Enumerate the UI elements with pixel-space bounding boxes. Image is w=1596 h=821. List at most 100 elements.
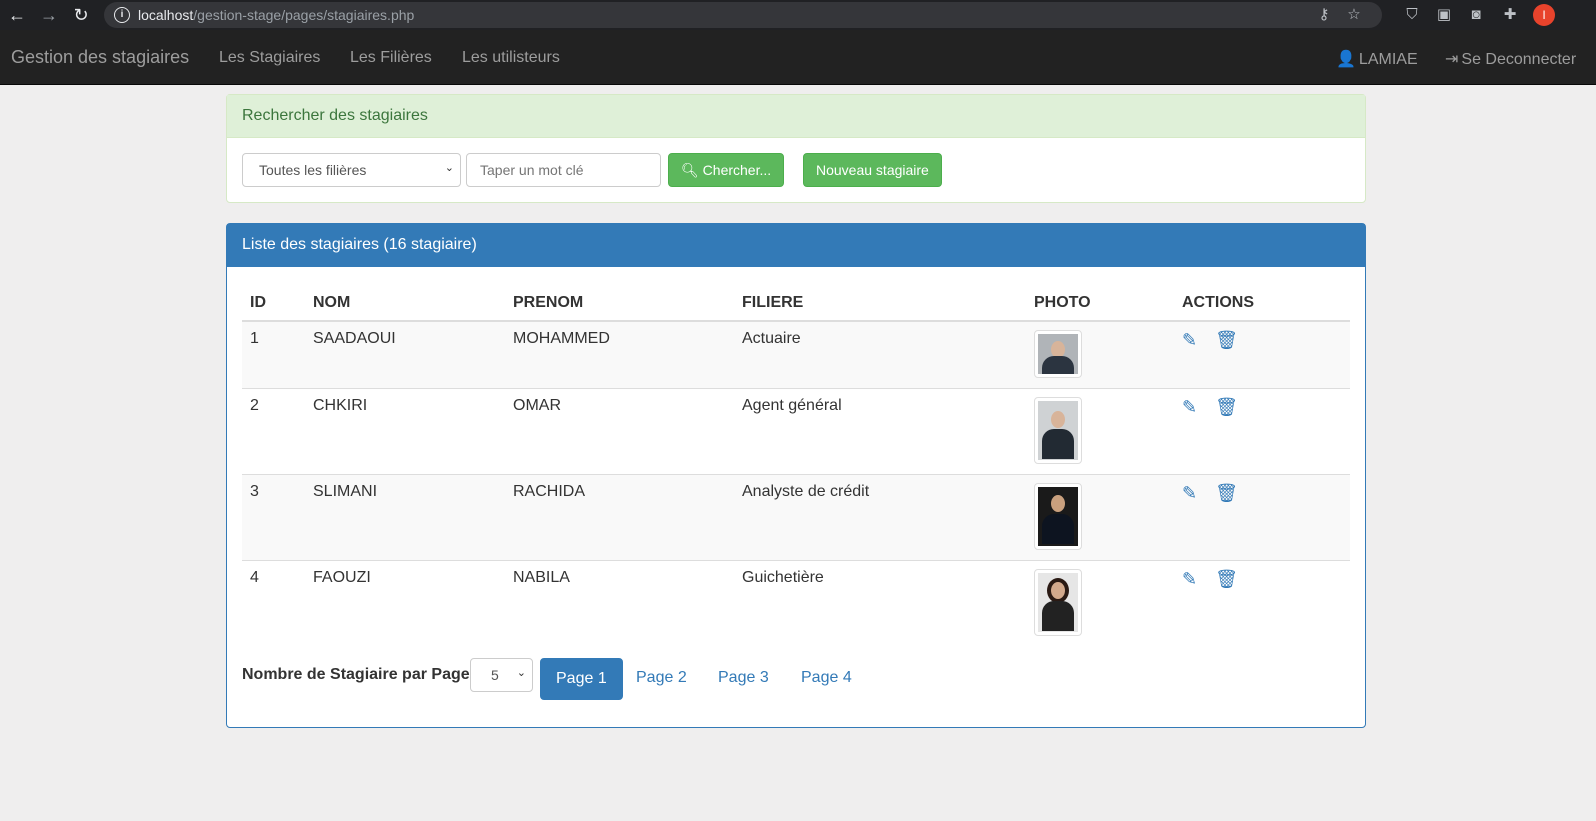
list-panel-heading: Liste des stagiaires (16 stagiaire) <box>227 224 1365 267</box>
per-page-value: 5 <box>491 667 499 683</box>
cell-nom: CHKIRI <box>305 387 505 474</box>
new-stagiaire-button[interactable]: Nouveau stagiaire <box>803 153 942 187</box>
edit-pencil-icon[interactable]: ✎ <box>1182 483 1197 504</box>
search-button[interactable]: 🔍︎ Chercher... <box>668 153 785 187</box>
edit-pencil-icon[interactable]: ✎ <box>1182 569 1197 590</box>
cell-photo <box>1026 559 1174 646</box>
delete-trash-icon[interactable]: 🗑︎ <box>1215 569 1238 590</box>
cell-filiere: Guichetière <box>734 559 1026 646</box>
nav-user-link[interactable]: 👤 LAMIAE <box>1336 49 1418 69</box>
navbar-brand[interactable]: Gestion des stagiaires <box>11 47 189 68</box>
stagiaire-photo <box>1038 334 1078 374</box>
delete-trash-icon[interactable]: 🗑︎ <box>1215 397 1238 418</box>
cell-nom: FAOUZI <box>305 559 505 646</box>
page-link-1[interactable]: Page 1 <box>540 658 623 700</box>
url-text: localhost/gestion-stage/pages/stagiaires… <box>138 7 414 23</box>
stagiaires-list-panel: Liste des stagiaires (16 stagiaire) ID N… <box>226 223 1366 728</box>
cell-actions: ✎ 🗑︎ <box>1174 559 1350 646</box>
photo-thumbnail <box>1034 568 1082 636</box>
column-header-prenom: PRENOM <box>505 279 734 322</box>
table-row: 4 FAOUZI NABILA Guichetière ✎ 🗑︎ <box>242 559 1350 646</box>
search-panel: Rechercher des stagiaires Toutes les fil… <box>226 94 1366 203</box>
search-panel-heading: Rechercher des stagiaires <box>227 95 1365 138</box>
per-page-label: Nombre de Stagiaire par Page <box>242 666 470 683</box>
cell-actions: ✎ 🗑︎ <box>1174 321 1350 388</box>
edit-pencil-icon[interactable]: ✎ <box>1182 330 1197 351</box>
cell-id: 2 <box>242 387 305 474</box>
filiere-select-value: Toutes les filières <box>259 162 367 178</box>
cell-filiere: Analyste de crédit <box>734 473 1026 560</box>
back-arrow-icon[interactable]: ← <box>6 4 28 26</box>
cell-prenom: NABILA <box>505 559 734 646</box>
user-icon: 👤 <box>1336 51 1356 68</box>
per-page-select[interactable]: 5 ⌄ <box>470 658 533 692</box>
edit-pencil-icon[interactable]: ✎ <box>1182 397 1197 418</box>
cell-filiere: Agent général <box>734 387 1026 474</box>
search-button-label: Chercher... <box>702 162 772 178</box>
column-header-photo: PHOTO <box>1026 279 1174 322</box>
camera-extension-icon[interactable]: ◙ <box>1466 5 1486 25</box>
cell-prenom: MOHAMMED <box>505 321 734 388</box>
delete-trash-icon[interactable]: 🗑︎ <box>1215 330 1238 351</box>
nav-link-filieres[interactable]: Les Filières <box>350 49 432 67</box>
column-header-nom: NOM <box>305 279 505 322</box>
site-info-icon[interactable]: i <box>114 7 130 23</box>
cell-nom: SAADAOUI <box>305 321 505 388</box>
nav-logout-link[interactable]: ⇥ Se Deconnecter <box>1445 49 1576 69</box>
table-row: 1 SAADAOUI MOHAMMED Actuaire ✎ 🗑︎ <box>242 321 1350 388</box>
cell-actions: ✎ 🗑︎ <box>1174 473 1350 560</box>
column-header-id: ID <box>242 279 305 322</box>
key-icon[interactable]: ⚷ <box>1314 5 1334 25</box>
delete-trash-icon[interactable]: 🗑︎ <box>1215 483 1238 504</box>
photo-head <box>1051 494 1065 512</box>
shield-extension-icon[interactable]: ⛉ <box>1402 5 1422 25</box>
cell-nom: SLIMANI <box>305 473 505 560</box>
photo-body <box>1042 356 1074 374</box>
logout-icon: ⇥ <box>1445 51 1459 68</box>
cell-prenom: RACHIDA <box>505 473 734 560</box>
forward-arrow-icon[interactable]: → <box>38 4 60 26</box>
chevron-down-icon: ⌄ <box>444 162 454 174</box>
stagiaire-photo <box>1038 486 1078 546</box>
stagiaire-photo <box>1038 572 1078 632</box>
page-link-2[interactable]: Page 2 <box>621 658 702 700</box>
photo-thumbnail <box>1034 482 1082 550</box>
reload-icon[interactable]: ↻ <box>70 4 92 26</box>
search-icon: 🔍︎ <box>681 162 699 178</box>
nav-link-stagiaires[interactable]: Les Stagiaires <box>219 49 320 67</box>
filiere-select[interactable]: Toutes les filières ⌄ <box>242 153 461 187</box>
photo-body <box>1042 513 1074 544</box>
page-link-3[interactable]: Page 3 <box>703 658 784 700</box>
cell-id: 1 <box>242 321 305 388</box>
photo-body <box>1042 600 1074 631</box>
photo-thumbnail <box>1034 396 1082 464</box>
table-row: 3 SLIMANI RACHIDA Analyste de crédit ✎ 🗑︎ <box>242 473 1350 560</box>
logout-label: Se Deconnecter <box>1461 51 1577 68</box>
puzzle-extensions-icon[interactable]: ✚ <box>1500 5 1520 25</box>
extension-square-icon[interactable]: ▣ <box>1434 5 1454 25</box>
stagiaires-table: ID NOM PRENOM FILIERE PHOTO ACTIONS 1 SA… <box>242 279 1350 646</box>
bookmark-star-icon[interactable]: ☆ <box>1344 5 1364 25</box>
top-navbar: Gestion des stagiaires Les Stagiaires Le… <box>0 30 1596 85</box>
profile-avatar[interactable]: I <box>1533 4 1555 26</box>
cell-id: 4 <box>242 559 305 646</box>
keyword-input[interactable] <box>466 153 661 187</box>
cell-photo <box>1026 321 1174 388</box>
chevron-down-icon: ⌄ <box>516 667 526 679</box>
url-path: /gestion-stage/pages/stagiaires.php <box>193 7 415 23</box>
stagiaire-photo <box>1038 400 1078 460</box>
photo-head <box>1051 581 1065 599</box>
cell-filiere: Actuaire <box>734 321 1026 388</box>
column-header-actions: ACTIONS <box>1174 279 1350 322</box>
user-name: LAMIAE <box>1358 51 1418 68</box>
photo-head <box>1051 410 1065 428</box>
photo-thumbnail <box>1034 330 1082 378</box>
page-link-4[interactable]: Page 4 <box>786 658 867 700</box>
address-bar[interactable]: i localhost/gestion-stage/pages/stagiair… <box>104 2 1382 28</box>
nav-link-utilisateurs[interactable]: Les utilisteurs <box>462 49 560 67</box>
browser-chrome: ← → ↻ i localhost/gestion-stage/pages/st… <box>0 0 1596 30</box>
table-header-row: ID NOM PRENOM FILIERE PHOTO ACTIONS <box>242 279 1350 322</box>
photo-body <box>1042 428 1074 459</box>
url-host: localhost <box>138 7 194 23</box>
cell-actions: ✎ 🗑︎ <box>1174 387 1350 474</box>
